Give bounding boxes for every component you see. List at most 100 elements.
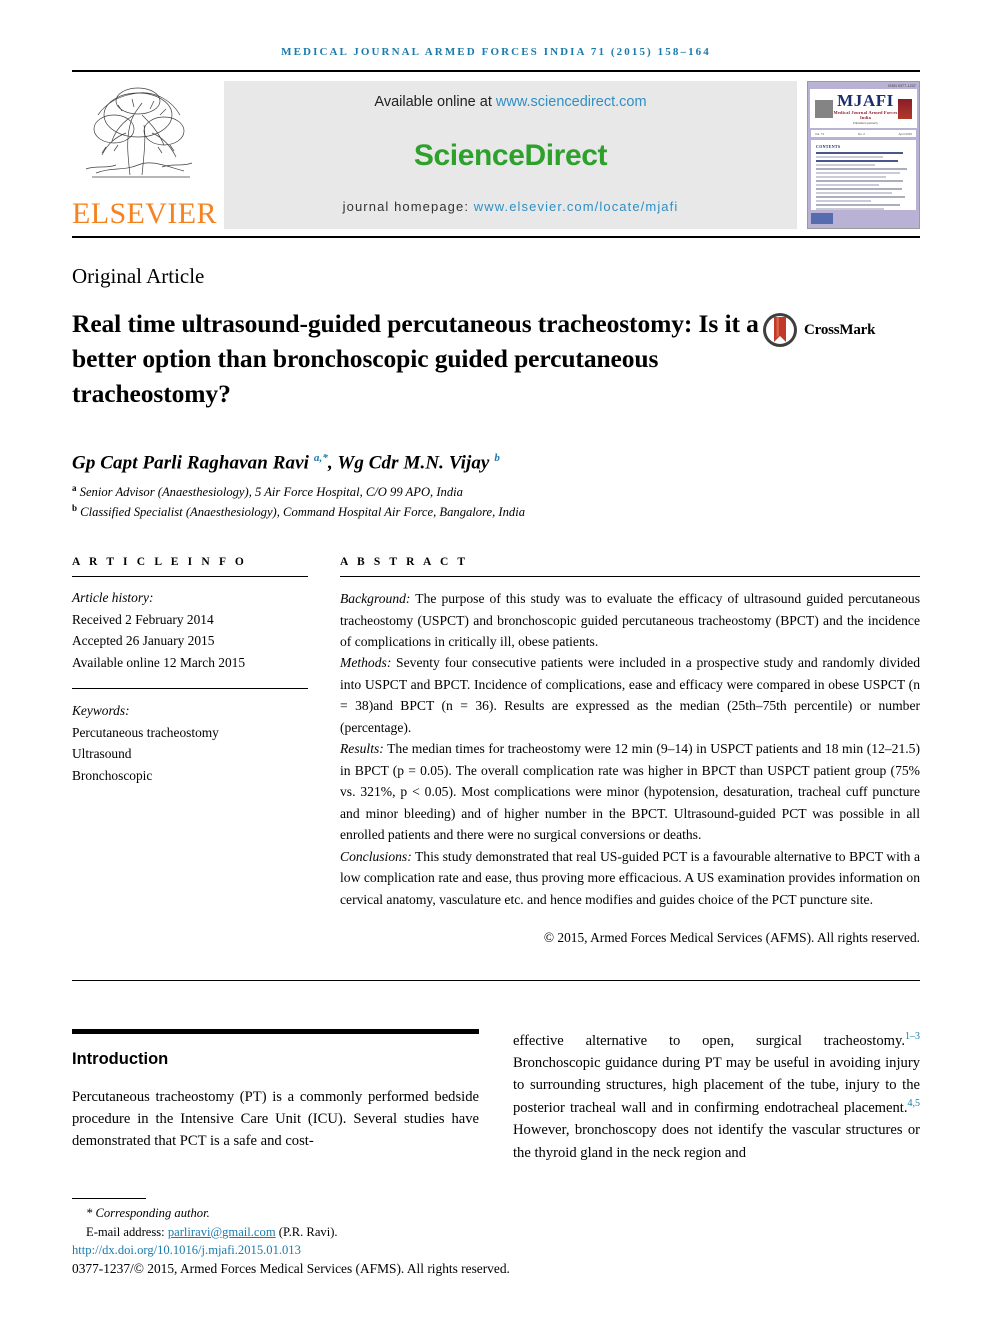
affiliation-marker: a [72, 482, 77, 493]
cover-journal-name: Medical Journal Armed Forces India [833, 110, 898, 120]
affiliation-text: Senior Advisor (Anaesthesiology), 5 Air … [79, 485, 463, 500]
email-label: E-mail address: [86, 1224, 168, 1239]
cover-contents-label: CONTENTS [816, 144, 841, 149]
sciencedirect-url-link[interactable]: www.sciencedirect.com [496, 94, 647, 110]
masthead-bottom-rule [72, 236, 920, 238]
abstract-heading: Conclusions: [340, 848, 412, 864]
running-head: MEDICAL JOURNAL ARMED FORCES INDIA 71 (2… [281, 46, 711, 58]
email-link[interactable]: parliravi@gmail.com [168, 1225, 276, 1239]
crossmark-badge[interactable]: CrossMark [762, 312, 875, 348]
keywords-label: Keywords: [72, 702, 130, 718]
keyword-item: Percutaneous tracheostomy [72, 724, 219, 740]
author-list: Gp Capt Parli Raghavan Ravi a,*, Wg Cdr … [72, 451, 500, 473]
history-accepted: Accepted 26 January 2015 [72, 633, 215, 649]
corresponding-author-note: * Corresponding author. [72, 1204, 512, 1222]
article-info-divider [72, 687, 308, 689]
cover-tagline: Published quarterly [853, 121, 878, 125]
title-row: Real time ultrasound-guided percutaneous… [72, 306, 920, 412]
cover-publisher-mark [811, 213, 833, 224]
cover-issue-bar: Vol. 71 No. 2 April 2015 [811, 130, 916, 137]
body-column-right: effective alternative to open, surgical … [513, 1029, 920, 1164]
affiliation-text: Classified Specialist (Anaesthesiology),… [80, 505, 525, 520]
article-history-block: Article history: Received 2 February 201… [72, 587, 308, 674]
sciencedirect-logo[interactable]: ScienceDirect [414, 139, 608, 173]
article-history-label: Article history: [72, 590, 154, 606]
affiliation-list: a Senior Advisor (Anaesthesiology), 5 Ai… [72, 482, 920, 522]
cover-contents-area: CONTENTS [811, 140, 916, 210]
citation-ref[interactable]: 1–3 [905, 1031, 920, 1042]
abstract-text: The purpose of this study was to evaluat… [340, 591, 920, 649]
article-type: Original Article [72, 264, 205, 288]
cover-volume: Vol. 71 [815, 131, 825, 136]
abstract-heading: Results: [340, 741, 384, 757]
keyword-item: Bronchoscopic [72, 767, 153, 783]
page-footnote: * Corresponding author. E-mail address: … [72, 1198, 512, 1277]
introduction-heading: Introduction [72, 1050, 169, 1069]
email-suffix: (P.R. Ravi). [275, 1224, 338, 1239]
intro-text-c: However, bronchoscopy does not identify … [513, 1122, 920, 1161]
keyword-item: Ultrasound [72, 746, 132, 762]
cover-date: April 2015 [898, 131, 912, 136]
affiliation-item: a Senior Advisor (Anaesthesiology), 5 Ai… [72, 482, 920, 502]
email-line: E-mail address: parliravi@gmail.com (P.R… [72, 1223, 512, 1241]
journal-masthead: ELSEVIER Available online at www.science… [72, 70, 920, 229]
abstract-text: Seventy four consecutive patients were i… [340, 655, 920, 735]
available-online-prefix: Available online at [374, 94, 496, 110]
abstract-copyright: © 2015, Armed Forces Medical Services (A… [543, 930, 920, 946]
abstract-heading: Methods: [340, 655, 392, 671]
journal-homepage-prefix: journal homepage: [342, 199, 474, 214]
section-rule [72, 1029, 479, 1035]
crossmark-label: CrossMark [804, 321, 876, 338]
journal-article-page: MEDICAL JOURNAL ARMED FORCES INDIA 71 (2… [0, 0, 992, 1323]
elsevier-logo-block: ELSEVIER [72, 81, 218, 229]
corresponding-author-text: * Corresponding author. [86, 1206, 210, 1221]
body-columns: Introduction Percutaneous tracheostomy (… [72, 1029, 920, 1164]
history-received: Received 2 February 2014 [72, 611, 214, 627]
journal-homepage-link[interactable]: www.elsevier.com/locate/mjafi [474, 199, 679, 214]
intro-text-a: effective alternative to open, surgical … [513, 1032, 905, 1049]
available-online-line: Available online at www.sciencedirect.co… [374, 94, 646, 110]
sciencedirect-panel: Available online at www.sciencedirect.co… [224, 81, 797, 229]
abstract-section: Methods: Seventy four consecutive patien… [340, 652, 920, 738]
body-column-left: Introduction Percutaneous tracheostomy (… [72, 1029, 479, 1164]
info-abstract-region: A R T I C L E I N F O Article history: R… [72, 556, 920, 946]
journal-cover-thumbnail[interactable]: ISSN 0377-1237 MJAFI Medical Journal Arm… [807, 81, 920, 229]
cover-journal-abbrev: MJAFI [837, 91, 894, 110]
introduction-paragraph-right: effective alternative to open, surgical … [513, 1029, 920, 1164]
abstract-label: A B S T R A C T [340, 556, 469, 569]
abstract-section: Conclusions: This study demonstrated tha… [340, 846, 920, 910]
abstract-bottom-rule [72, 980, 920, 982]
doi-line[interactable]: http://dx.doi.org/10.1016/j.mjafi.2015.0… [72, 1241, 512, 1259]
affiliation-marker: b [72, 502, 78, 513]
affiliation-item: b Classified Specialist (Anaesthesiology… [72, 502, 920, 522]
abstract-rule [340, 576, 920, 578]
abstract-column: A B S T R A C T Background: The purpose … [340, 556, 920, 946]
abstract-body: Background: The purpose of this study wa… [340, 588, 920, 910]
journal-homepage-line: journal homepage: www.elsevier.com/locat… [343, 199, 679, 214]
cover-emblem-icon [815, 99, 833, 118]
issn-copyright-line: 0377-1237/© 2015, Armed Forces Medical S… [72, 1261, 510, 1276]
introduction-paragraph-left: Percutaneous tracheostomy (PT) is a comm… [72, 1089, 479, 1150]
cover-title-block: MJAFI Medical Journal Armed Forces India… [833, 92, 898, 125]
article-info-column: A R T I C L E I N F O Article history: R… [72, 556, 308, 946]
abstract-section: Background: The purpose of this study wa… [340, 588, 920, 652]
abstract-heading: Background: [340, 591, 411, 607]
elsevier-wordmark: ELSEVIER [72, 197, 217, 230]
article-info-rule [72, 576, 308, 578]
cover-issn: ISSN 0377-1237 [888, 84, 916, 88]
keywords-block: Keywords: Percutaneous tracheostomy Ultr… [72, 700, 308, 787]
footnote-rule [72, 1198, 146, 1200]
citation-ref[interactable]: 4,5 [908, 1098, 921, 1109]
article-info-label: A R T I C L E I N F O [72, 556, 247, 569]
doi-link[interactable]: http://dx.doi.org/10.1016/j.mjafi.2015.0… [72, 1243, 301, 1257]
cover-number: No. 2 [857, 131, 865, 136]
history-available: Available online 12 March 2015 [72, 655, 246, 671]
cover-header: MJAFI Medical Journal Armed Forces India… [810, 89, 917, 128]
abstract-section: Results: The median times for tracheosto… [340, 738, 920, 845]
cover-crest-icon [898, 98, 912, 119]
abstract-text: The median times for tracheostomy were 1… [340, 741, 920, 843]
page-title: Real time ultrasound-guided percutaneous… [72, 309, 759, 409]
crossmark-icon [763, 313, 797, 347]
intro-text-b: Bronchoscopic guidance during PT may be … [513, 1055, 920, 1117]
abstract-text: This study demonstrated that real US-gui… [340, 848, 920, 907]
